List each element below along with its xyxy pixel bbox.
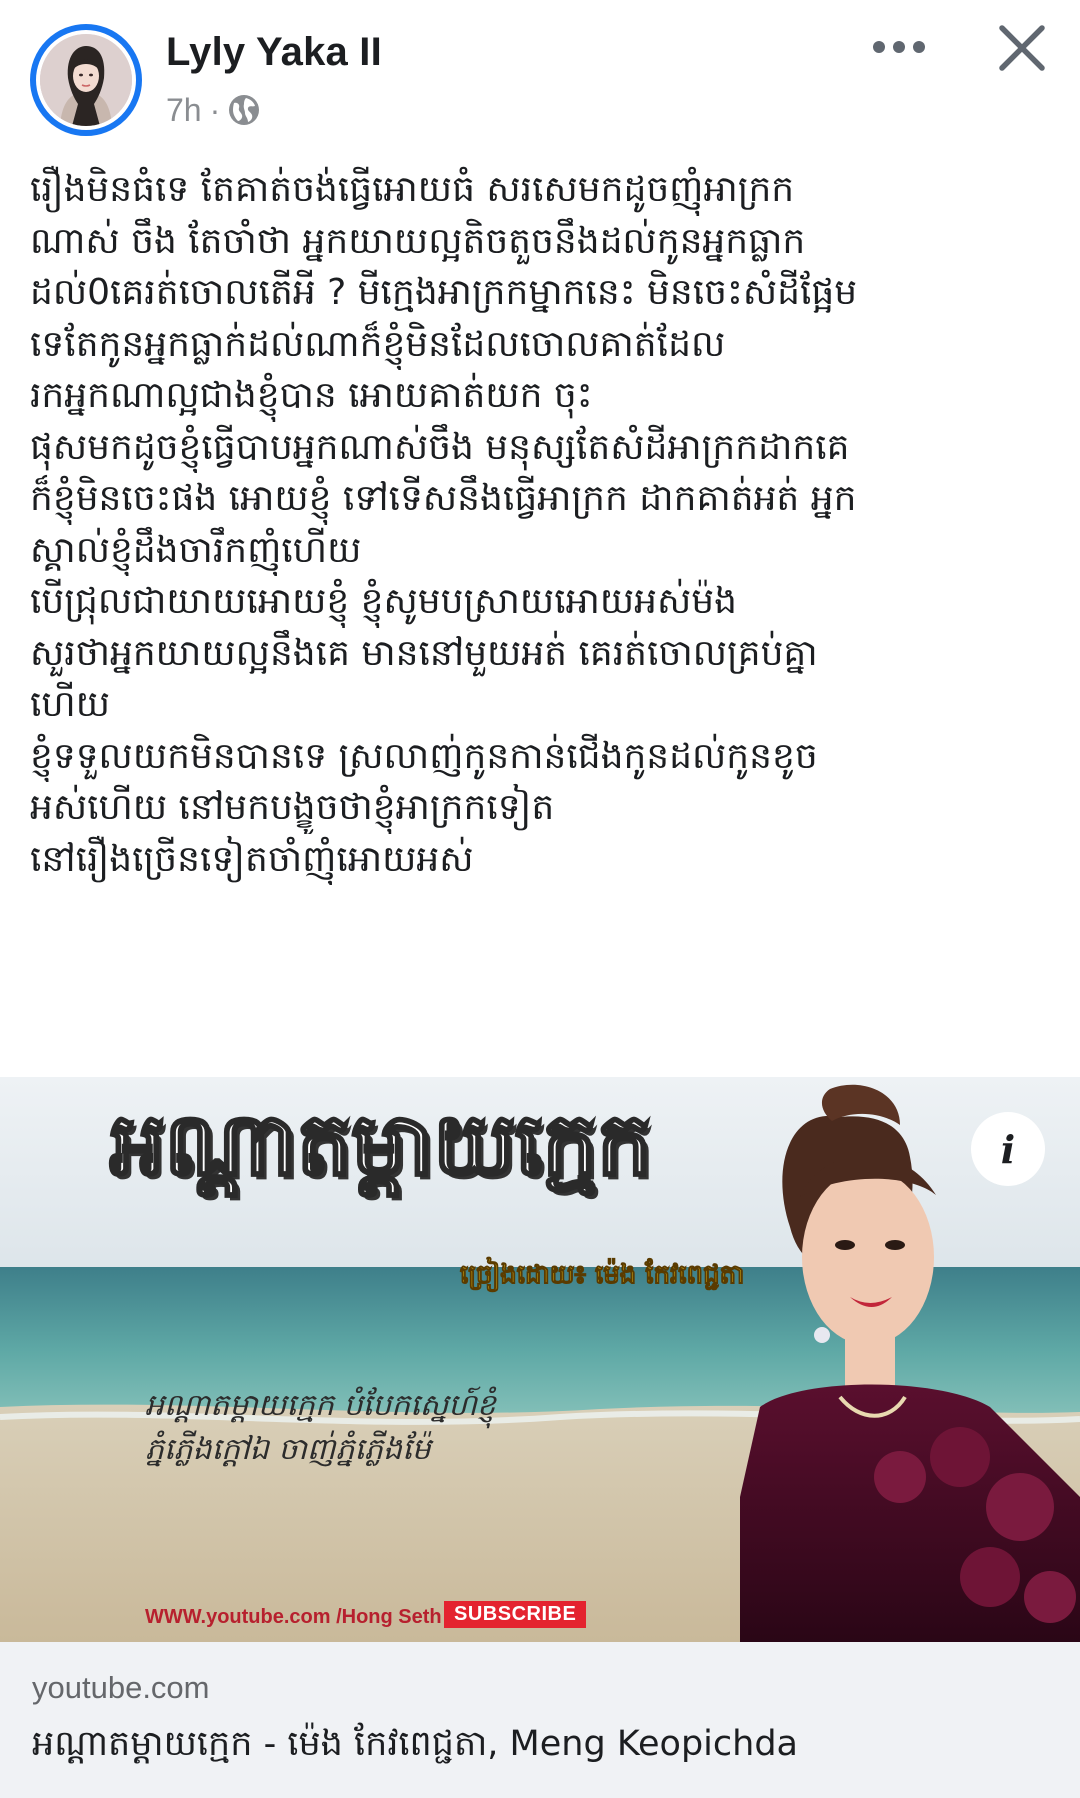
thumbnail-title: អណ្ដាតម្ដាយក្មេក [109,1093,654,1197]
link-preview-caption[interactable]: youtube.com អណ្ដាតម្ដាយក្មេក - ម៉េង កែវព… [0,1642,1080,1798]
thumbnail-lyric-line: ភ្នំភ្លើងក្ដៅឯ ចាញ់ភ្នំភ្លើងម៉ែ [145,1432,431,1467]
post-text-line: នៅរឿងច្រើនទៀតចាំញុំអោយអស់ [30,838,474,880]
post-text-line: ទេតែកូនអ្នកធ្លាក់ដល់ណាក៏ខ្ញុំមិនដែលចោលគា… [30,323,726,365]
link-title[interactable]: អណ្ដាតម្ដាយក្មេក - ម៉េង កែវពេជ្ជតា, Meng… [32,1722,798,1773]
meta-separator: · [209,91,221,128]
post-header: Lyly Yaka II 7h · [0,0,1080,150]
profile-photo-icon [40,34,132,126]
post-text-line: ដល់0គេរត់ចោលតើអី ? មីក្មេងអាក្រកម្នាកនេះ… [30,272,858,313]
post-text-line: រឿងមិនធំទេ តែគាត់ចង់ធ្វើអោយធំ សរសេមកដូចញ… [30,169,795,210]
post-text-line: សួរថាអ្នកយាយល្អនឹងគេ មាននៅមួយអត់ គេរត់ចោ… [30,632,818,674]
post-text-line: បើជ្រុលជាយាយអោយខ្ញុំ ខ្ញុំសូមបស្រាយអោយអស… [30,581,738,622]
post-text-line: អស់ហើយ នៅមកបង្ខូចថាខ្ញុំអាក្រកទៀត [30,787,555,828]
more-options-button[interactable] [862,22,936,72]
close-button[interactable] [990,16,1054,80]
close-icon [999,25,1045,71]
link-domain: youtube.com [32,1670,210,1705]
post-text-line: ខ្ញុំទទួលយកមិនបានទេ ស្រលាញ់កូនកាន់ជើងកូន… [30,735,818,777]
post-meta: 7h · [166,90,260,130]
post-text-line: ហើយ [30,684,110,725]
post-text-line: ណាស់ ចឹង តែចាំថា អ្នកយាយល្អតិចតួចនឹងដល់ក… [30,220,806,262]
post-text-line: ស្គាល់ខ្ញុំដឹងចារឹកញុំហើយ [30,529,362,571]
avatar-photo [40,34,132,126]
globe-icon [228,94,260,126]
post-text-line: ក៏ខ្ញុំមិនចេះផង អោយខ្ញុំ ទៅទើសនឹងធ្វើអាក… [30,478,857,519]
thumbnail-channel-url: WWW.youtube.com /Hong Seth [145,1606,442,1628]
thumbnail-singer-label: ច្រៀងដោយ៖ ម៉េង កែវពេជ្ជតា [459,1260,745,1291]
more-horizontal-icon [873,41,925,53]
avatar[interactable] [30,24,142,136]
post-text-line: ផុសមកដូចខ្ញុំធ្វើបាបអ្នកណាស់ចឹង មនុស្សតែ… [30,426,850,468]
thumbnail-lyric-line: អណ្ដាតម្ដាយក្មេក បំបែកស្នេហ៍ខ្ញុំ [145,1388,496,1423]
thumbnail-subscribe-badge: SUBSCRIBE [444,1601,587,1628]
post-body: រឿងមិនធំទេ តែគាត់ចង់ធ្វើអោយធំ សរសេមកដូចញ… [30,164,1050,885]
info-icon: i [1000,1126,1016,1172]
info-button[interactable]: i [971,1112,1045,1186]
author-name[interactable]: Lyly Yaka II [166,30,382,75]
post-time[interactable]: 7h [166,92,202,129]
post-text-line: រកអ្នកណាល្អជាងខ្ញុំបាន អោយគាត់យក ចុះ [30,375,593,416]
